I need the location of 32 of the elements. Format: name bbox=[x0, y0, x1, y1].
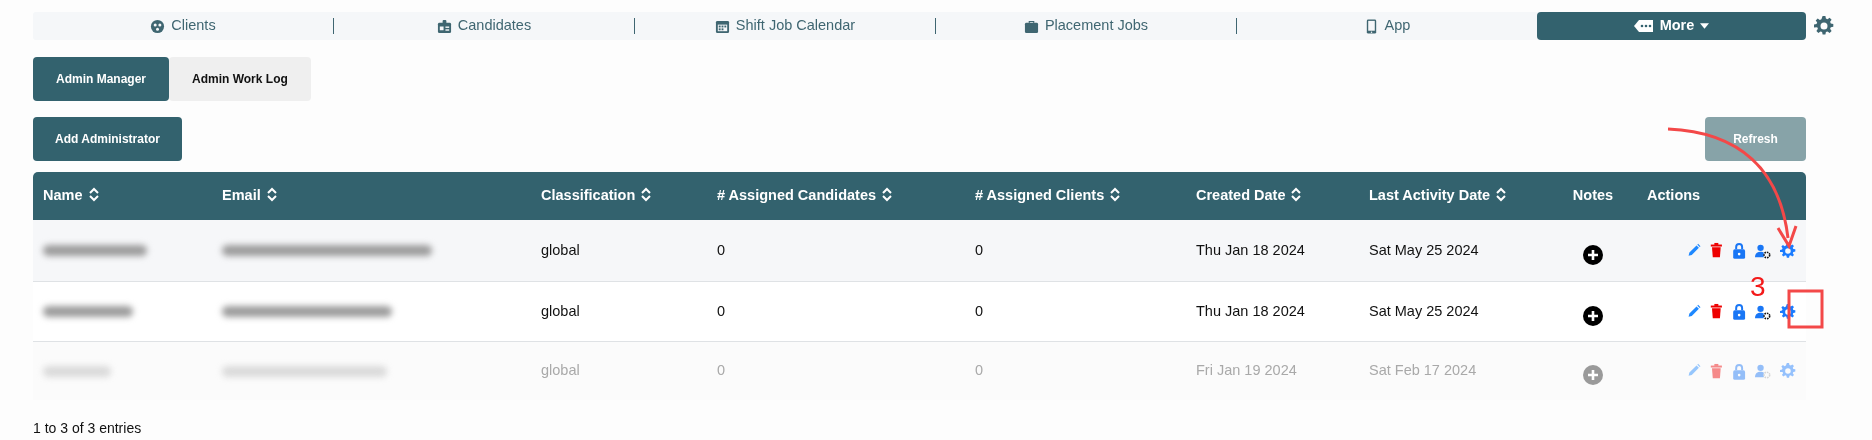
table-cell: Sat May 25 2024 bbox=[1369, 241, 1479, 258]
nav-link[interactable]: Shift Job Calendar bbox=[635, 12, 935, 40]
tab[interactable]: Admin Manager bbox=[33, 57, 169, 101]
table-cell: global bbox=[541, 362, 580, 379]
nav-link[interactable]: Candidates bbox=[334, 12, 634, 40]
table-cell: 0 bbox=[975, 362, 984, 379]
column-header[interactable]: Email bbox=[222, 187, 261, 204]
table-cell: 0 bbox=[975, 241, 984, 258]
column-header[interactable]: Created Date bbox=[1196, 187, 1286, 204]
table-cell: 0 bbox=[717, 362, 726, 379]
column-header: Notes bbox=[1572, 187, 1614, 204]
table-cell: 0 bbox=[975, 302, 984, 319]
add-administrator-button[interactable]: Add Administrator bbox=[33, 117, 182, 161]
annotation-number: 3 bbox=[1750, 271, 1766, 302]
column-header[interactable]: Name bbox=[43, 187, 83, 204]
column-header: Actions bbox=[1647, 187, 1701, 204]
nav-link[interactable]: Placement Jobs bbox=[936, 12, 1236, 40]
table-cell: global bbox=[541, 302, 580, 319]
nav-link[interactable]: Clients bbox=[33, 12, 333, 40]
tab[interactable]: Admin Work Log bbox=[169, 57, 311, 101]
column-header[interactable]: Classification bbox=[541, 187, 636, 204]
table-cell: Fri Jan 19 2024 bbox=[1196, 362, 1297, 379]
table-cell: 0 bbox=[717, 302, 726, 319]
table-cell: Thu Jan 18 2024 bbox=[1196, 241, 1305, 258]
table-cell: Thu Jan 18 2024 bbox=[1196, 302, 1305, 319]
table-cell: Sat May 25 2024 bbox=[1369, 302, 1479, 319]
more-dropdown-button[interactable]: More bbox=[1537, 12, 1806, 40]
nav-link[interactable]: App bbox=[1237, 12, 1537, 40]
table-cell: Sat Feb 17 2024 bbox=[1369, 362, 1477, 379]
table-cell: global bbox=[541, 241, 580, 258]
entries-count: 1 to 3 of 3 entries bbox=[33, 419, 143, 438]
table-cell: 0 bbox=[717, 241, 726, 258]
